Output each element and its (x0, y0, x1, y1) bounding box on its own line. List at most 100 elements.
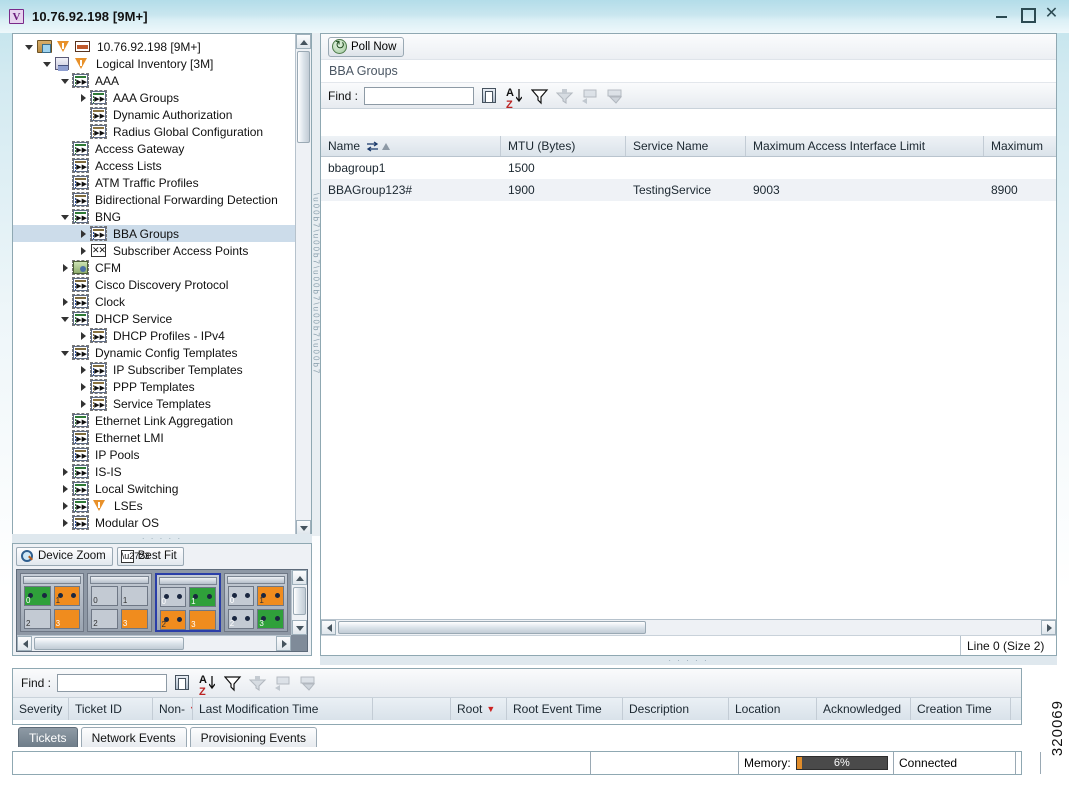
bba-groups-table[interactable]: Name MTU (Bytes) Service Name Maximum Acces… (321, 136, 1056, 619)
tree-item-modular-os[interactable]: ▶▶ Modular OS (13, 514, 295, 531)
column-header[interactable]: Maximum (984, 136, 1056, 156)
tree-item-ip-subscriber-templates[interactable]: ▶▶ IP Subscriber Templates (13, 361, 295, 378)
chassis-port[interactable]: 0 (159, 587, 187, 607)
tree-expander[interactable] (77, 244, 90, 257)
left-horizontal-splitter[interactable]: · · · · · (12, 534, 312, 543)
tree-expander[interactable] (77, 227, 90, 240)
tree-expander[interactable] (59, 516, 72, 529)
chassis-slots[interactable]: 0123012301230123 (17, 570, 291, 635)
tree-item-aaa[interactable]: ▶▶ AAA (13, 72, 295, 89)
device-scroll-down-button[interactable] (292, 620, 307, 635)
chassis-port[interactable]: 2 (24, 609, 51, 629)
tree-item-local-switching[interactable]: ▶▶ Local Switching (13, 480, 295, 497)
chassis-port[interactable]: 3 (53, 609, 81, 629)
events-column-header[interactable]: Root Event Time (507, 698, 623, 720)
tree-item-access-lists[interactable]: ▶▶ Access Lists (13, 157, 295, 174)
sort-indicator[interactable] (366, 140, 391, 152)
tree-expander[interactable] (59, 482, 72, 495)
tree-item-subscriber-access-points[interactable]: ✕✕ Subscriber Access Points (13, 242, 295, 259)
chassis-port[interactable]: 3 (189, 610, 216, 630)
tree-item-logical-inventory-3m[interactable]: Logical Inventory [3M] (13, 55, 295, 72)
tree-item-cisco-discovery-protocol[interactable]: ▶▶ Cisco Discovery Protocol (13, 276, 295, 293)
tree-scroll-area[interactable]: 10.76.92.198 [9M+] Logical Inventory [3M]… (13, 34, 295, 535)
chassis-port[interactable]: 2 (91, 609, 118, 629)
device-horizontal-scrollbar[interactable] (17, 635, 291, 651)
tree-item-lses[interactable]: ▶▶ LSEs (13, 497, 295, 514)
table-header-row[interactable]: Name MTU (Bytes) Service Name Maximum Acces… (321, 136, 1056, 157)
tree-expander[interactable] (59, 465, 72, 478)
tree-item-service-templates[interactable]: ▶▶ Service Templates (13, 395, 295, 412)
column-header[interactable]: Maximum Access Interface Limit (746, 136, 984, 156)
find-input[interactable] (364, 86, 475, 105)
table-scroll-right-button[interactable] (1041, 620, 1056, 635)
tree-item-ethernet-lmi[interactable]: ▶▶ Ethernet LMI (13, 429, 295, 446)
filter-icon[interactable] (223, 674, 242, 692)
inventory-tree-panel[interactable]: 10.76.92.198 [9M+] Logical Inventory [3M]… (12, 33, 312, 536)
events-column-header[interactable]: Last Modification Time (193, 698, 373, 720)
table-horizontal-scrollbar[interactable] (321, 619, 1056, 635)
tab-network-events[interactable]: Network Events (80, 727, 187, 747)
device-hscroll-thumb[interactable] (34, 637, 184, 650)
device-view-panel[interactable]: Device Zoom \u2723 Best Fit 012301230123… (12, 543, 312, 656)
device-scroll-right-button[interactable] (276, 636, 291, 651)
chassis-port[interactable]: 1 (120, 586, 148, 606)
table-row[interactable]: bbagroup1 1500 (321, 157, 1056, 179)
vertical-splitter[interactable]: \u00b7\u00b7\u00b7\u00b7\u00b7 (312, 33, 321, 536)
table-body[interactable]: bbagroup1 1500 BBAGroup123# 1900 TestingServ… (321, 157, 1056, 201)
tree-expander[interactable] (59, 346, 72, 359)
device-chassis-view[interactable]: 0123012301230123 (16, 569, 308, 652)
tab-provisioning-events[interactable]: Provisioning Events (189, 727, 317, 747)
events-tabs[interactable]: Tickets Network Events Provisioning Events (18, 727, 317, 747)
tree-expander[interactable] (77, 363, 90, 376)
chassis-port[interactable]: 2 (227, 609, 255, 629)
maximize-button[interactable] (1019, 6, 1036, 23)
tree-expander[interactable] (77, 329, 90, 342)
sort-az-icon[interactable]: AZ (198, 674, 217, 698)
tree-item-aaa-groups[interactable]: ▶▶ AAA Groups (13, 89, 295, 106)
tree-expander[interactable] (59, 312, 72, 325)
tree-item-access-gateway[interactable]: ▶▶ Access Gateway (13, 140, 295, 157)
tree-item-dhcp-profiles-ipv4[interactable]: ▶▶ DHCP Profiles - IPv4 (13, 327, 295, 344)
chassis-port[interactable]: 1 (53, 586, 81, 606)
chassis-slot[interactable]: 0123 (20, 573, 85, 632)
tree-vertical-scrollbar[interactable] (295, 34, 311, 535)
column-header[interactable]: MTU (Bytes) (501, 136, 626, 156)
poll-now-button[interactable]: Poll Now (328, 36, 405, 57)
right-horizontal-splitter[interactable]: · · · · · (320, 656, 1057, 665)
chassis-slot[interactable]: 0123 (87, 573, 152, 632)
table-hscroll-thumb[interactable] (338, 621, 646, 634)
best-fit-button[interactable]: \u2723 Best Fit (116, 546, 184, 566)
events-column-header[interactable] (373, 698, 451, 720)
tree-item-bidirectional-forwarding-detection[interactable]: ▶▶ Bidirectional Forwarding Detection (13, 191, 295, 208)
tree-expander[interactable] (77, 91, 90, 104)
tree-item-radius-global-configuration[interactable]: ▶▶ Radius Global Configuration (13, 123, 295, 140)
table-scroll-left-button[interactable] (321, 620, 336, 635)
events-table-header[interactable]: SeverityTicket IDNon-▼Last Modification … (13, 698, 1021, 720)
memory-indicator[interactable]: Memory: 6% (739, 752, 894, 774)
tree-expander[interactable] (59, 210, 72, 223)
tree-item-ip-pools[interactable]: ▶▶ IP Pools (13, 446, 295, 463)
export-table-icon[interactable] (480, 87, 499, 105)
events-column-header[interactable]: Root ▼ (451, 698, 507, 720)
tree-scroll-up-button[interactable] (296, 34, 311, 49)
tree-scroll-thumb[interactable] (297, 51, 310, 143)
column-header[interactable]: Name (321, 136, 501, 156)
tree-item-is-is[interactable]: ▶▶ IS-IS (13, 463, 295, 480)
chassis-port[interactable]: 3 (120, 609, 148, 629)
tree-item-bba-groups[interactable]: ▶▶ BBA Groups (13, 225, 295, 242)
chassis-port[interactable]: 1 (257, 586, 284, 606)
sort-az-icon[interactable]: AZ (505, 87, 524, 111)
export-table-icon[interactable] (173, 674, 192, 692)
device-vertical-scrollbar[interactable] (291, 570, 307, 635)
tree-item-dynamic-config-templates[interactable]: ▶▶ Dynamic Config Templates (13, 344, 295, 361)
chassis-port[interactable]: 0 (91, 586, 118, 606)
tree-item-ethernet-link-aggregation[interactable]: ▶▶ Ethernet Link Aggregation (13, 412, 295, 429)
chassis-slot[interactable]: 0123 (154, 573, 221, 632)
tree-expander[interactable] (59, 74, 72, 87)
chassis-port[interactable]: 0 (227, 586, 255, 606)
chassis-slot[interactable]: 0123 (223, 573, 288, 632)
tree-expander[interactable] (59, 295, 72, 308)
tree-expander[interactable] (41, 57, 54, 70)
chassis-port[interactable]: 0 (24, 586, 51, 606)
tree-item-atm-traffic-profiles[interactable]: ▶▶ ATM Traffic Profiles (13, 174, 295, 191)
